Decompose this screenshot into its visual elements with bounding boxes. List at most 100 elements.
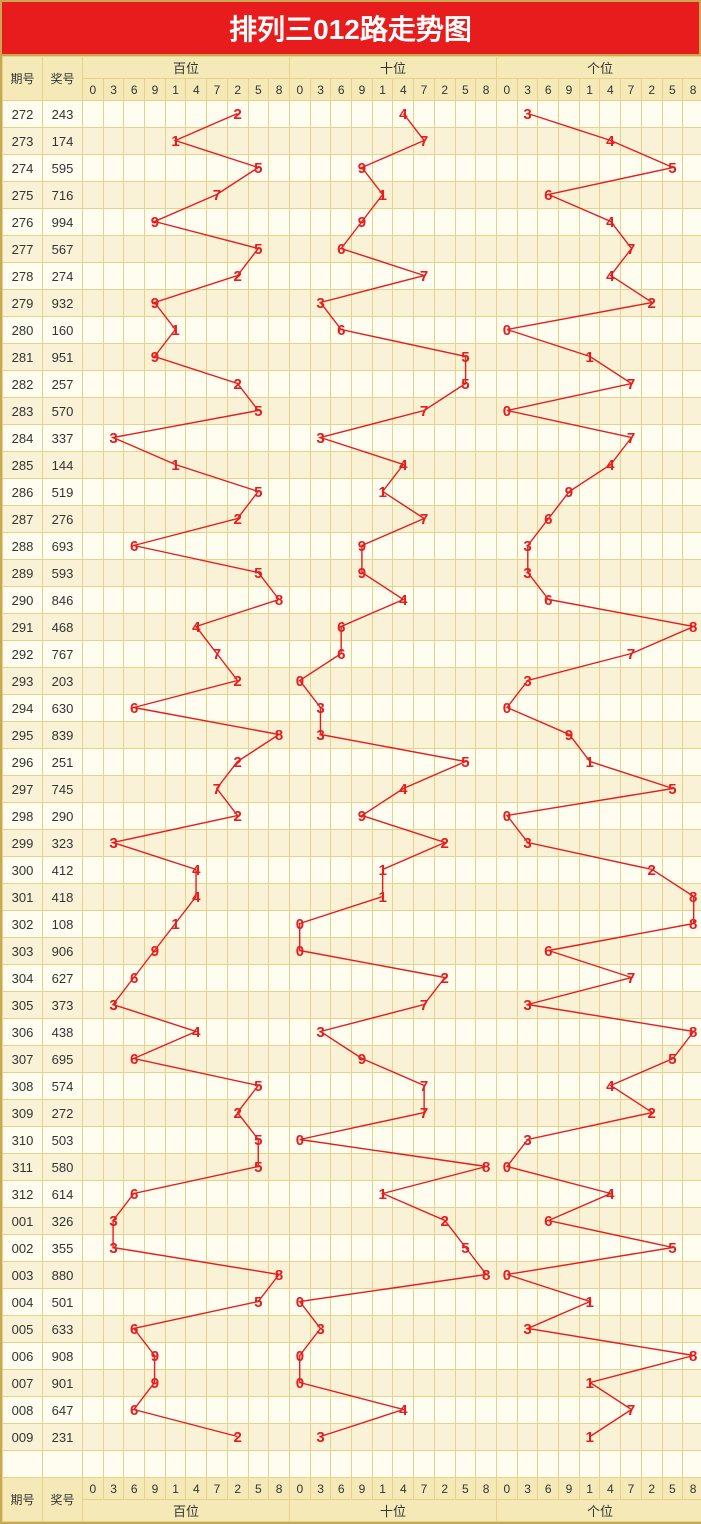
cell-h-1 bbox=[103, 263, 124, 290]
foot-digit: 6 bbox=[124, 1478, 145, 1500]
cell-t-5 bbox=[393, 1235, 414, 1262]
ball: 6 bbox=[130, 700, 138, 717]
cell-h-8: 5 bbox=[248, 398, 269, 425]
cell-u-2 bbox=[538, 1370, 559, 1397]
cell-u-7 bbox=[641, 938, 662, 965]
cell-h-3: 9 bbox=[145, 938, 166, 965]
cell-u-9 bbox=[683, 236, 701, 263]
cell-u-6: 7 bbox=[621, 641, 642, 668]
cell-h-3 bbox=[145, 722, 166, 749]
cell-h-8 bbox=[248, 884, 269, 911]
cell-u-3 bbox=[559, 911, 580, 938]
cell-t-7 bbox=[434, 641, 455, 668]
cell-u-7 bbox=[641, 317, 662, 344]
cell-h-5 bbox=[186, 1289, 207, 1316]
cell-h-1 bbox=[103, 317, 124, 344]
cell-t-8 bbox=[455, 1262, 476, 1289]
cell-t-7 bbox=[434, 749, 455, 776]
cell-h-8 bbox=[248, 425, 269, 452]
cell-u-4 bbox=[579, 803, 600, 830]
cell-h-0 bbox=[83, 1424, 104, 1451]
ball: 3 bbox=[316, 430, 324, 447]
cell-u-0 bbox=[497, 290, 518, 317]
cell-u-3 bbox=[559, 317, 580, 344]
cell-t-0 bbox=[290, 533, 311, 560]
cell-h-2 bbox=[124, 776, 145, 803]
cell-t-2: 6 bbox=[331, 614, 352, 641]
cell-h-9 bbox=[269, 965, 290, 992]
cell-h-1 bbox=[103, 1100, 124, 1127]
cell-h-3 bbox=[145, 965, 166, 992]
cell-u-1 bbox=[517, 155, 538, 182]
cell-u-9 bbox=[683, 1046, 701, 1073]
cell-t-4 bbox=[372, 1235, 393, 1262]
cell-t-6 bbox=[414, 1208, 435, 1235]
cell-h-0 bbox=[83, 263, 104, 290]
cell-h-1 bbox=[103, 398, 124, 425]
cell-h-3 bbox=[145, 155, 166, 182]
cell-t-3 bbox=[352, 506, 373, 533]
cell-issue: 281 bbox=[3, 344, 43, 371]
cell-u-5 bbox=[600, 236, 621, 263]
cell-u-4: 1 bbox=[579, 344, 600, 371]
cell-h-8 bbox=[248, 1100, 269, 1127]
cell-t-0 bbox=[290, 452, 311, 479]
ball: 4 bbox=[606, 457, 614, 474]
cell-t-6: 7 bbox=[414, 992, 435, 1019]
cell-t-9 bbox=[476, 1181, 497, 1208]
cell-u-6 bbox=[621, 155, 642, 182]
cell-u-3 bbox=[559, 290, 580, 317]
ball: 9 bbox=[358, 160, 366, 177]
cell-t-0 bbox=[290, 1316, 311, 1343]
cell-t-1: 3 bbox=[310, 722, 331, 749]
cell-t-0 bbox=[290, 128, 311, 155]
cell-u-1 bbox=[517, 695, 538, 722]
ball: 7 bbox=[627, 430, 635, 447]
cell-u-9 bbox=[683, 317, 701, 344]
cell-h-4 bbox=[165, 1100, 186, 1127]
foot-digit: 3 bbox=[103, 1478, 124, 1500]
cell-u-9 bbox=[683, 101, 701, 128]
cell-t-2 bbox=[331, 182, 352, 209]
ball: 1 bbox=[171, 916, 179, 933]
cell-h-3: 9 bbox=[145, 1370, 166, 1397]
foot-digit: 6 bbox=[538, 1478, 559, 1500]
cell-h-3 bbox=[145, 479, 166, 506]
cell-u-1 bbox=[517, 452, 538, 479]
cell-h-6 bbox=[207, 101, 228, 128]
cell-u-2 bbox=[538, 1235, 559, 1262]
cell-h-1 bbox=[103, 479, 124, 506]
cell-issue: 306 bbox=[3, 1019, 43, 1046]
cell-t-2 bbox=[331, 587, 352, 614]
cell-issue: 286 bbox=[3, 479, 43, 506]
cell-u-5 bbox=[600, 344, 621, 371]
cell-t-4 bbox=[372, 1262, 393, 1289]
cell-h-2 bbox=[124, 803, 145, 830]
cell-h-4 bbox=[165, 560, 186, 587]
cell-u-5 bbox=[600, 506, 621, 533]
ball: 0 bbox=[503, 322, 511, 339]
cell-h-3: 9 bbox=[145, 209, 166, 236]
ball: 6 bbox=[130, 970, 138, 987]
ball: 6 bbox=[130, 1321, 138, 1338]
cell-t-6 bbox=[414, 1424, 435, 1451]
cell-t-8 bbox=[455, 560, 476, 587]
cell-h-2 bbox=[124, 155, 145, 182]
cell-h-5 bbox=[186, 344, 207, 371]
cell-u-7 bbox=[641, 1127, 662, 1154]
cell-issue: 273 bbox=[3, 128, 43, 155]
ball: 7 bbox=[627, 646, 635, 663]
ball: 9 bbox=[151, 349, 159, 366]
cell-h-0 bbox=[83, 425, 104, 452]
ball: 0 bbox=[503, 1267, 511, 1284]
page-title: 排列三012路走势图 bbox=[2, 2, 699, 56]
cell-t-7 bbox=[434, 614, 455, 641]
cell-h-3 bbox=[145, 884, 166, 911]
ball: 7 bbox=[627, 376, 635, 393]
cell-h-5 bbox=[186, 641, 207, 668]
cell-h-0 bbox=[83, 1262, 104, 1289]
cell-h-5 bbox=[186, 182, 207, 209]
cell-h-4 bbox=[165, 155, 186, 182]
cell-t-4 bbox=[372, 1019, 393, 1046]
cell-u-9 bbox=[683, 128, 701, 155]
